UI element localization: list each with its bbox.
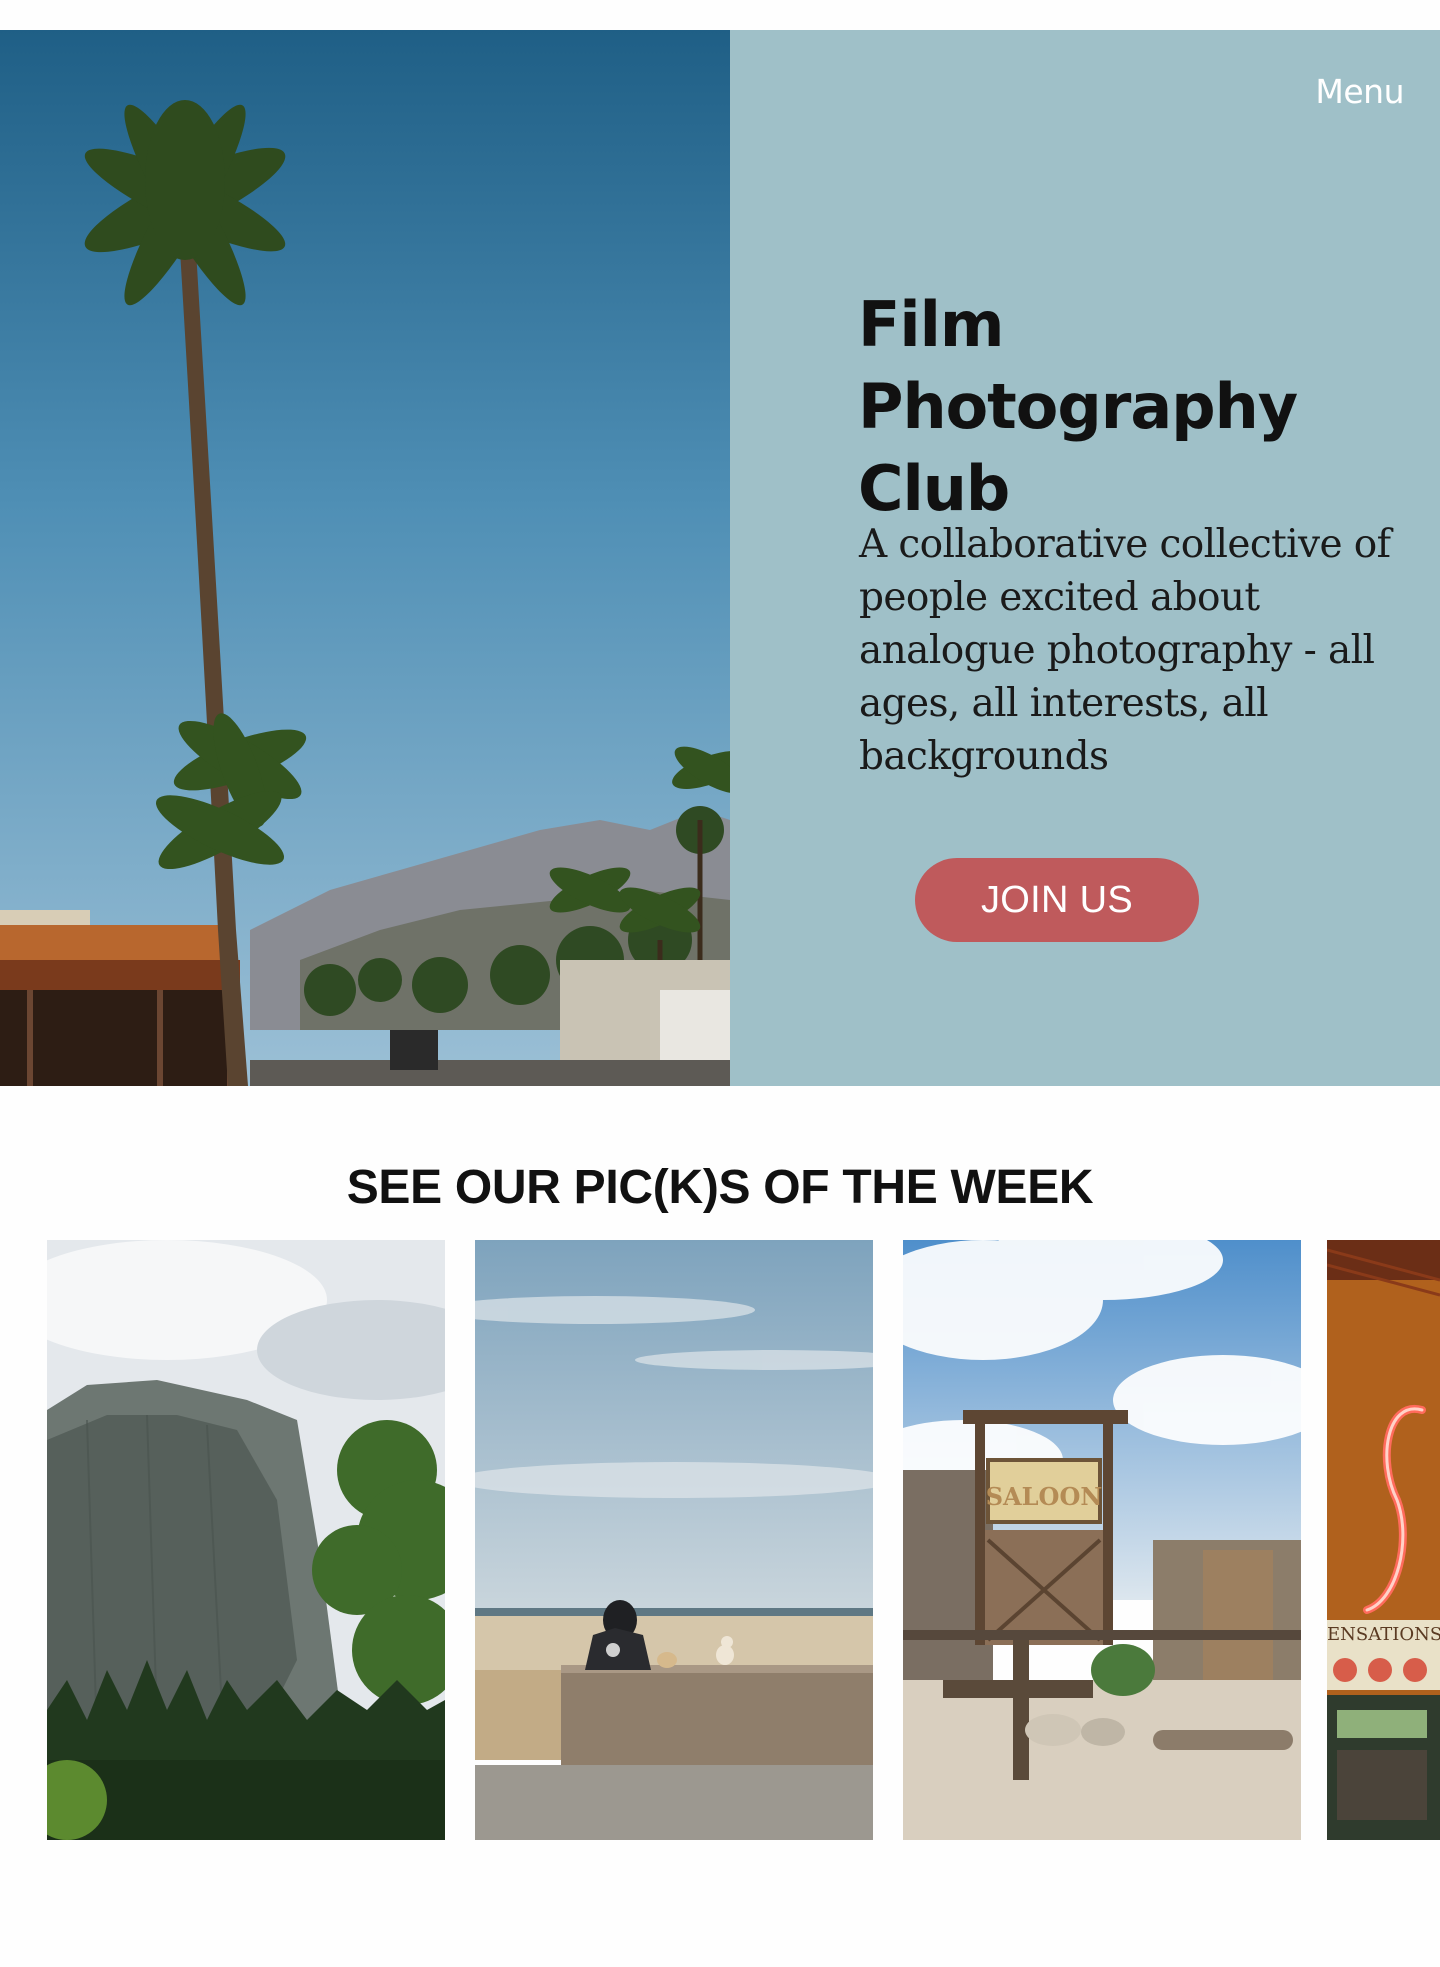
hero-section: Menu Film Photography Club A collaborati… [0,30,1440,1086]
photo-beach-wall[interactable] [475,1240,873,1840]
saloon-sign-text: SALOON [986,1482,1103,1511]
hero-palm-tree-photo [0,30,730,1086]
picks-heading: SEE OUR PIC(K)S OF THE WEEK [346,1161,1094,1214]
photo-granite-cliff[interactable] [47,1240,445,1840]
photo-saloon[interactable]: SALOON [903,1240,1301,1840]
menu-link[interactable]: Menu [1315,72,1404,111]
title-line-photography: Photography [858,370,1298,443]
join-us-button[interactable]: JOIN US [915,858,1199,942]
photo-neon-sign[interactable]: ENSATIONS [1327,1240,1440,1840]
title-line-film: Film [858,288,1004,361]
hero-panel: Menu Film Photography Club A collaborati… [730,30,1440,1086]
picks-carousel[interactable]: SALOON ENSATIONS [0,1240,1440,1840]
site-title: Film Photography Club [858,284,1318,530]
neon-sign-text: ENSATIONS [1327,1624,1440,1645]
tagline: A collaborative collective of people exc… [859,522,1391,779]
